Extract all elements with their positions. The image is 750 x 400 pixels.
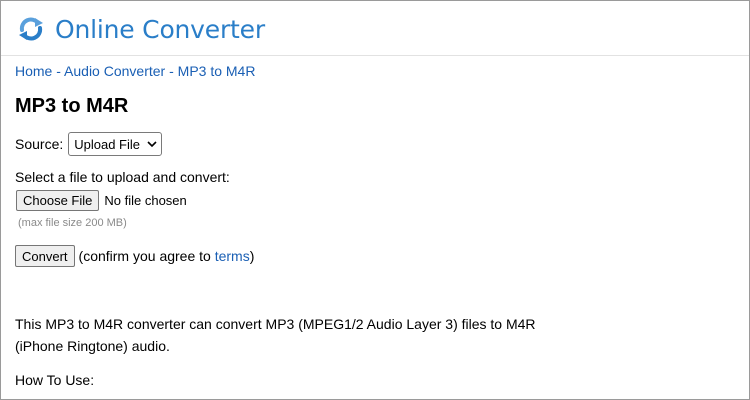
chevron-down-icon bbox=[147, 141, 157, 148]
source-label: Source: bbox=[15, 136, 64, 152]
breadcrumb: Home - Audio Converter - MP3 to M4R bbox=[15, 63, 255, 79]
breadcrumb-current-link[interactable]: MP3 to M4R bbox=[178, 63, 256, 79]
confirm-prefix: (confirm you agree to bbox=[78, 248, 215, 264]
source-select[interactable]: Upload File bbox=[68, 132, 163, 156]
breadcrumb-home-link[interactable]: Home bbox=[15, 63, 52, 79]
breadcrumb-separator: - bbox=[165, 63, 178, 79]
page-title: MP3 to M4R bbox=[15, 95, 129, 117]
source-select-value: Upload File bbox=[74, 136, 141, 152]
no-file-text: No file chosen bbox=[104, 193, 187, 208]
how-to-heading: How To Use: bbox=[15, 372, 95, 388]
converter-description: This MP3 to M4R converter can convert MP… bbox=[15, 316, 536, 354]
breadcrumb-separator: - bbox=[52, 63, 65, 79]
confirm-suffix: ) bbox=[249, 248, 255, 264]
site-title[interactable]: Online Converter bbox=[55, 15, 265, 44]
convert-button[interactable]: Convert bbox=[15, 245, 75, 267]
breadcrumb-audio-converter-link[interactable]: Audio Converter bbox=[64, 63, 165, 79]
site-header: Online Converter bbox=[1, 1, 749, 56]
terms-link[interactable]: terms bbox=[215, 248, 250, 264]
convert-row: Convert (confirm you agree to terms) bbox=[15, 245, 254, 267]
select-file-label: Select a file to upload and convert: bbox=[15, 169, 230, 185]
choose-file-button[interactable]: Choose File bbox=[16, 190, 100, 211]
confirm-text: (confirm you agree to terms) bbox=[79, 248, 255, 264]
max-size-note: (max file size 200 MB) bbox=[18, 217, 127, 229]
file-input-row: Choose File No file chosen bbox=[16, 190, 187, 211]
refresh-arrows-icon[interactable] bbox=[16, 14, 46, 44]
source-row: Source: Upload File bbox=[15, 132, 163, 156]
